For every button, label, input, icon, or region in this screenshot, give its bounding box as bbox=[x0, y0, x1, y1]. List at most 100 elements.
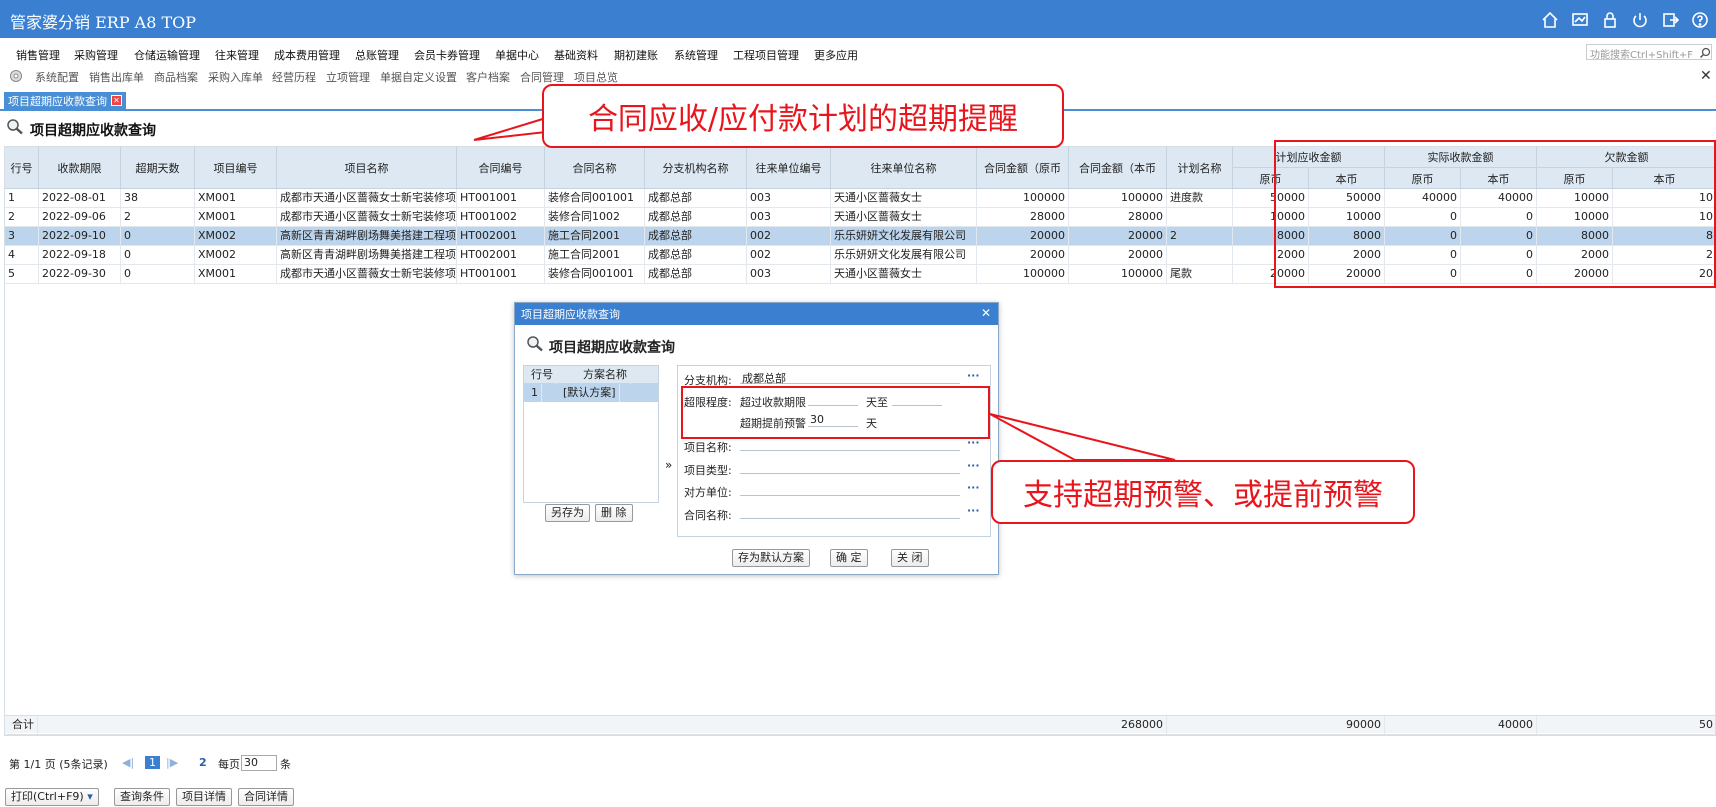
ok-button[interactable]: 确 定 bbox=[830, 549, 868, 567]
col-project-no[interactable]: 项目编号 bbox=[195, 147, 277, 189]
tab-overdue-query[interactable]: 项目超期应收款查询 ✕ bbox=[4, 92, 126, 109]
table-cell: HT001002 bbox=[457, 208, 545, 227]
quick-history[interactable]: 经营历程 bbox=[272, 69, 316, 85]
expand-icon[interactable]: » bbox=[665, 458, 672, 472]
quick-project-setup[interactable]: 立项管理 bbox=[326, 69, 370, 85]
current-page[interactable]: 1 bbox=[145, 756, 160, 769]
highlight-amounts-box bbox=[1274, 140, 1716, 288]
table-cell: 003 bbox=[747, 265, 831, 284]
table-cell: 天通小区蔷薇女士 bbox=[831, 189, 977, 208]
menu-sales[interactable]: 销售管理 bbox=[16, 47, 60, 63]
counterparty-input[interactable] bbox=[740, 482, 960, 496]
table-cell: 装修合同001001 bbox=[545, 265, 645, 284]
dialog-close-icon[interactable]: ✕ bbox=[981, 306, 991, 320]
menu-ledger[interactable]: 总账管理 bbox=[355, 47, 399, 63]
quick-system-config[interactable]: 系统配置 bbox=[35, 69, 79, 85]
branch-picker-icon[interactable]: ··· bbox=[967, 369, 980, 382]
quick-product[interactable]: 商品档案 bbox=[154, 69, 198, 85]
home-icon[interactable] bbox=[1540, 10, 1560, 30]
quick-contract[interactable]: 合同管理 bbox=[520, 69, 564, 85]
total-contract-local: 268000 bbox=[1069, 716, 1167, 735]
contract-name-input[interactable] bbox=[740, 505, 960, 519]
branch-input[interactable]: 成都总部 bbox=[740, 370, 960, 385]
project-name-input[interactable] bbox=[740, 437, 960, 451]
table-cell: HT002001 bbox=[457, 246, 545, 265]
print-button[interactable]: 打印(Ctrl+F9) ▾ bbox=[5, 788, 99, 806]
logout-icon[interactable] bbox=[1660, 10, 1680, 30]
function-search-input[interactable]: 功能搜索Ctrl+Shift+F bbox=[1586, 44, 1712, 60]
scheme-row[interactable]: 1 [默认方案] bbox=[524, 384, 658, 402]
lock-icon[interactable] bbox=[1600, 10, 1620, 30]
per-page-label: 每页 bbox=[218, 758, 240, 771]
menu-accounts[interactable]: 往来管理 bbox=[215, 47, 259, 63]
horizontal-scrollbar[interactable] bbox=[5, 734, 1715, 735]
col-branch[interactable]: 分支机构名称 bbox=[645, 147, 747, 189]
menu-more[interactable]: 更多应用 bbox=[814, 47, 858, 63]
close-icon[interactable]: ✕ bbox=[111, 95, 122, 106]
total-label: 合计 bbox=[9, 716, 38, 735]
per-page-input[interactable]: 30 bbox=[241, 755, 277, 771]
table-cell: 成都总部 bbox=[645, 265, 747, 284]
dialog-header: 项目超期应收款查询 ✕ bbox=[515, 303, 998, 325]
counterparty-picker-icon[interactable]: ··· bbox=[967, 481, 980, 494]
next-page-icon[interactable]: |▶ bbox=[166, 756, 178, 769]
help-icon[interactable] bbox=[1690, 10, 1710, 30]
tab-label: 项目超期应收款查询 bbox=[8, 94, 107, 108]
menu-purchase[interactable]: 采购管理 bbox=[74, 47, 118, 63]
menu-cost[interactable]: 成本费用管理 bbox=[274, 47, 340, 63]
table-cell: HT001001 bbox=[457, 189, 545, 208]
table-cell: 100000 bbox=[1069, 265, 1167, 284]
quick-customer[interactable]: 客户档案 bbox=[466, 69, 510, 85]
menu-system[interactable]: 系统管理 bbox=[674, 47, 718, 63]
menu-basic-data[interactable]: 基础资料 bbox=[554, 47, 598, 63]
power-icon[interactable] bbox=[1630, 10, 1650, 30]
table-cell: 003 bbox=[747, 208, 831, 227]
callout-contract-reminder: 合同应收/应付款计划的超期提醒 bbox=[542, 84, 1064, 148]
query-conditions-button[interactable]: 查询条件 bbox=[114, 788, 170, 806]
col-project-name[interactable]: 项目名称 bbox=[277, 147, 457, 189]
close-all-icon[interactable]: ✕ bbox=[1700, 68, 1712, 84]
col-contract-name[interactable]: 合同名称 bbox=[545, 147, 645, 189]
save-default-button[interactable]: 存为默认方案 bbox=[732, 549, 810, 567]
table-cell: XM001 bbox=[195, 208, 277, 227]
quick-project-overview[interactable]: 项目总览 bbox=[574, 69, 618, 85]
col-row-no[interactable]: 行号 bbox=[5, 147, 39, 189]
table-cell: 2022-09-06 bbox=[39, 208, 121, 227]
project-detail-button[interactable]: 项目详情 bbox=[176, 788, 232, 806]
project-type-input[interactable] bbox=[740, 460, 960, 474]
scheme-row-name: [默认方案] bbox=[560, 384, 620, 402]
first-page-icon[interactable]: ◀| bbox=[122, 756, 134, 769]
contract-detail-button[interactable]: 合同详情 bbox=[238, 788, 294, 806]
col-contract-orig[interactable]: 合同金额（原币 bbox=[977, 147, 1069, 189]
close-button[interactable]: 关 闭 bbox=[891, 549, 929, 567]
col-overdue-days[interactable]: 超期天数 bbox=[121, 147, 195, 189]
table-cell: 成都总部 bbox=[645, 227, 747, 246]
col-due-date[interactable]: 收款期限 bbox=[39, 147, 121, 189]
menu-engineering[interactable]: 工程项目管理 bbox=[733, 47, 799, 63]
contract-name-picker-icon[interactable]: ··· bbox=[967, 504, 980, 517]
project-type-picker-icon[interactable]: ··· bbox=[967, 459, 980, 472]
save-as-button[interactable]: 另存为 bbox=[545, 504, 590, 522]
col-partner-no[interactable]: 往来单位编号 bbox=[747, 147, 831, 189]
delete-button[interactable]: 删 除 bbox=[595, 504, 633, 522]
chart-icon[interactable] bbox=[1570, 10, 1590, 30]
quick-sales-out[interactable]: 销售出库单 bbox=[89, 69, 144, 85]
col-contract-no[interactable]: 合同编号 bbox=[457, 147, 545, 189]
col-contract-local[interactable]: 合同金额（本币 bbox=[1069, 147, 1167, 189]
table-cell: HT002001 bbox=[457, 227, 545, 246]
table-cell: 20000 bbox=[977, 227, 1069, 246]
page-link-2[interactable]: 2 bbox=[199, 756, 207, 769]
quick-doc-custom[interactable]: 单据自定义设置 bbox=[380, 69, 457, 85]
col-plan-name[interactable]: 计划名称 bbox=[1167, 147, 1233, 189]
table-cell: 100000 bbox=[977, 265, 1069, 284]
menu-opening[interactable]: 期初建账 bbox=[614, 47, 658, 63]
search-icon[interactable] bbox=[1699, 47, 1711, 59]
dialog-title: 项目超期应收款查询 bbox=[549, 340, 675, 356]
col-partner-name[interactable]: 往来单位名称 bbox=[831, 147, 977, 189]
menu-documents[interactable]: 单据中心 bbox=[495, 47, 539, 63]
table-cell: 2022-09-10 bbox=[39, 227, 121, 246]
menu-warehouse[interactable]: 仓储运输管理 bbox=[134, 47, 200, 63]
menu-member[interactable]: 会员卡券管理 bbox=[414, 47, 480, 63]
quick-purchase-in[interactable]: 采购入库单 bbox=[208, 69, 263, 85]
table-cell: 2 bbox=[121, 208, 195, 227]
